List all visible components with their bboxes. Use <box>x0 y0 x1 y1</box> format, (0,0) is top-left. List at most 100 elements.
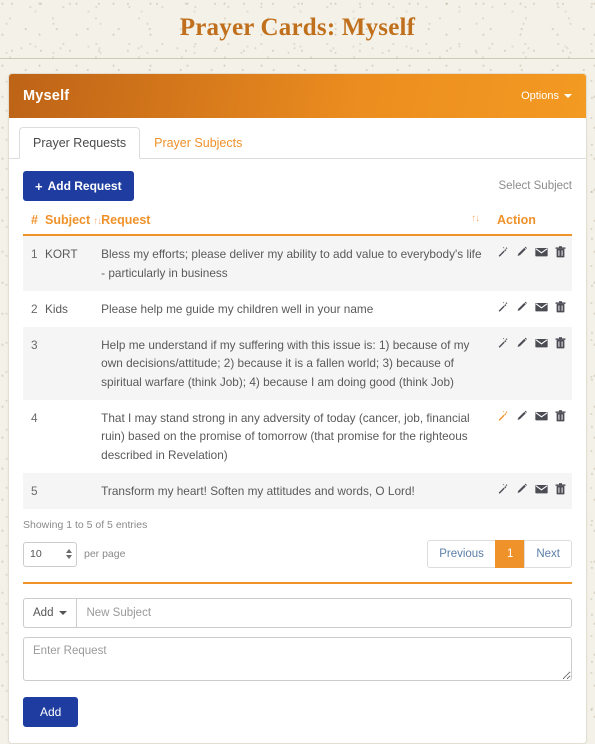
column-header-request-label: Request <box>101 213 151 228</box>
row-action-icons <box>497 483 566 495</box>
table-header-row: # Subject ↑↓ Request ↑↓ Action <box>23 213 572 237</box>
pagination-previous-button[interactable]: Previous <box>427 540 496 569</box>
pagination: Previous 1 Next <box>427 540 572 569</box>
trash-icon[interactable] <box>555 246 566 258</box>
per-page-group: 10 per page <box>23 541 126 567</box>
table-row: 4 That I may stand strong in any adversit… <box>23 400 572 473</box>
add-request-button[interactable]: + Add Request <box>23 171 134 202</box>
pencil-icon[interactable] <box>516 337 528 349</box>
column-header-number-label: # <box>31 213 38 228</box>
sort-arrows-icon[interactable]: ↑↓ <box>471 213 480 224</box>
tab-bar: Prayer Requests Prayer Subjects <box>9 118 586 160</box>
trash-icon[interactable] <box>555 337 566 349</box>
column-header-action-label: Action <box>497 213 536 228</box>
envelope-icon[interactable] <box>535 301 548 313</box>
pencil-icon[interactable] <box>516 410 528 422</box>
envelope-icon[interactable] <box>535 337 548 349</box>
pagination-page-1-button[interactable]: 1 <box>494 540 526 569</box>
table-row: 3 Help me understand if my suffering with… <box>23 327 572 400</box>
footer-controls: 10 per page Previous 1 Next <box>23 540 572 582</box>
pagination-next-button[interactable]: Next <box>524 540 572 569</box>
tab-prayer-requests[interactable]: Prayer Requests <box>19 127 141 160</box>
enter-request-textarea[interactable] <box>23 637 572 682</box>
cell-request: Help me understand if my suffering with … <box>101 327 489 400</box>
column-header-number: # <box>23 213 45 237</box>
spinner-arrows-icon[interactable] <box>66 549 72 560</box>
cell-request: Transform my heart! Soften my attitudes … <box>101 472 489 510</box>
cell-subject <box>45 400 101 473</box>
options-dropdown-button[interactable]: Options <box>521 90 572 102</box>
new-subject-input[interactable] <box>77 598 572 629</box>
options-label: Options <box>521 90 559 102</box>
prayer-card: Myself Options Prayer Requests Prayer Su… <box>8 73 587 744</box>
add-subject-dropdown-button[interactable]: Add <box>23 598 78 629</box>
pencil-icon[interactable] <box>516 246 528 258</box>
cell-number: 3 <box>23 327 45 400</box>
cell-subject <box>45 327 102 400</box>
column-header-subject-label: Subject <box>45 213 91 228</box>
trash-icon[interactable] <box>555 410 566 422</box>
cell-number: 2 <box>31 301 38 316</box>
column-header-request[interactable]: Request ↑↓ <box>101 213 489 237</box>
cell-number: 5 <box>23 472 45 510</box>
cell-request: Please help me guide my children well in… <box>101 301 374 316</box>
showing-entries-text: Showing 1 to 5 of 5 entries <box>23 519 148 532</box>
cell-subject: Kids <box>45 301 68 316</box>
table-body: 1 KORT Bless my efforts; please deliver my… <box>23 235 572 510</box>
cell-action <box>489 291 572 327</box>
envelope-icon[interactable] <box>535 483 548 495</box>
table-head: # Subject ↑↓ Request ↑↓ Action <box>23 213 572 237</box>
select-subject-link[interactable]: Select Subject <box>498 180 572 192</box>
per-page-value: 10 <box>30 548 42 561</box>
table-toolbar: + Add Request Select Subject <box>23 171 572 202</box>
cell-request: That I may stand strong in any adversity… <box>101 410 470 462</box>
prayer-requests-table: # Subject ↑↓ Request ↑↓ Action 1 KORT Bless … <box>23 213 572 510</box>
card-body: + Add Request Select Subject # Subject ↑↓… <box>9 159 586 744</box>
chevron-down-icon <box>564 94 572 98</box>
magic-wand-icon[interactable] <box>497 410 509 422</box>
magic-wand-icon[interactable] <box>497 301 509 313</box>
cell-request: Bless my efforts; please deliver my abil… <box>101 235 489 291</box>
cell-action <box>489 327 572 400</box>
magic-wand-icon[interactable] <box>497 337 509 349</box>
per-page-select[interactable]: 10 <box>23 541 77 567</box>
new-subject-group: Add <box>23 598 572 629</box>
pencil-icon[interactable] <box>516 483 528 495</box>
cell-subject: KORT <box>45 235 102 291</box>
cell-action <box>489 235 572 291</box>
envelope-icon[interactable] <box>535 410 548 422</box>
title-divider <box>0 58 595 59</box>
trash-icon[interactable] <box>555 483 566 495</box>
tab-prayer-subjects[interactable]: Prayer Subjects <box>140 127 256 159</box>
add-submit-button[interactable]: Add <box>23 697 79 728</box>
cell-action <box>489 472 572 510</box>
column-header-action: Action <box>489 213 572 237</box>
chevron-down-icon <box>59 611 68 616</box>
cell-number: 1 <box>23 235 45 291</box>
tab-prayer-requests-label: Prayer Requests <box>33 136 127 150</box>
form-divider <box>23 582 572 585</box>
column-header-subject[interactable]: Subject ↑↓ <box>45 213 102 237</box>
trash-icon[interactable] <box>555 301 566 313</box>
add-request-label: Add Request <box>47 179 122 194</box>
pencil-icon[interactable] <box>516 301 528 313</box>
table-row: 2 Kids Please help me guide my children we… <box>23 291 572 327</box>
row-action-icons <box>497 301 566 313</box>
table-row: 1 KORT Bless my efforts; please deliver my… <box>23 235 572 291</box>
plus-icon: + <box>35 178 43 194</box>
envelope-icon[interactable] <box>535 246 548 258</box>
add-subject-dropdown-label: Add <box>33 607 54 620</box>
sort-arrows-icon[interactable]: ↑↓ <box>93 216 102 227</box>
magic-wand-icon[interactable] <box>497 483 509 495</box>
per-page-label: per page <box>84 548 126 561</box>
table-footer: Showing 1 to 5 of 5 entries 10 per page … <box>23 509 572 582</box>
magic-wand-icon[interactable] <box>497 246 509 258</box>
row-action-icons <box>497 246 566 258</box>
row-action-icons <box>497 410 566 422</box>
card-header: Myself Options <box>9 74 586 118</box>
chevron-down-icon <box>66 555 72 560</box>
page-title: Prayer Cards: Myself <box>179 14 416 41</box>
cell-action <box>489 400 572 473</box>
table-row: 5 Transform my heart! Soften my attitudes… <box>23 472 572 510</box>
cell-subject <box>45 472 102 510</box>
